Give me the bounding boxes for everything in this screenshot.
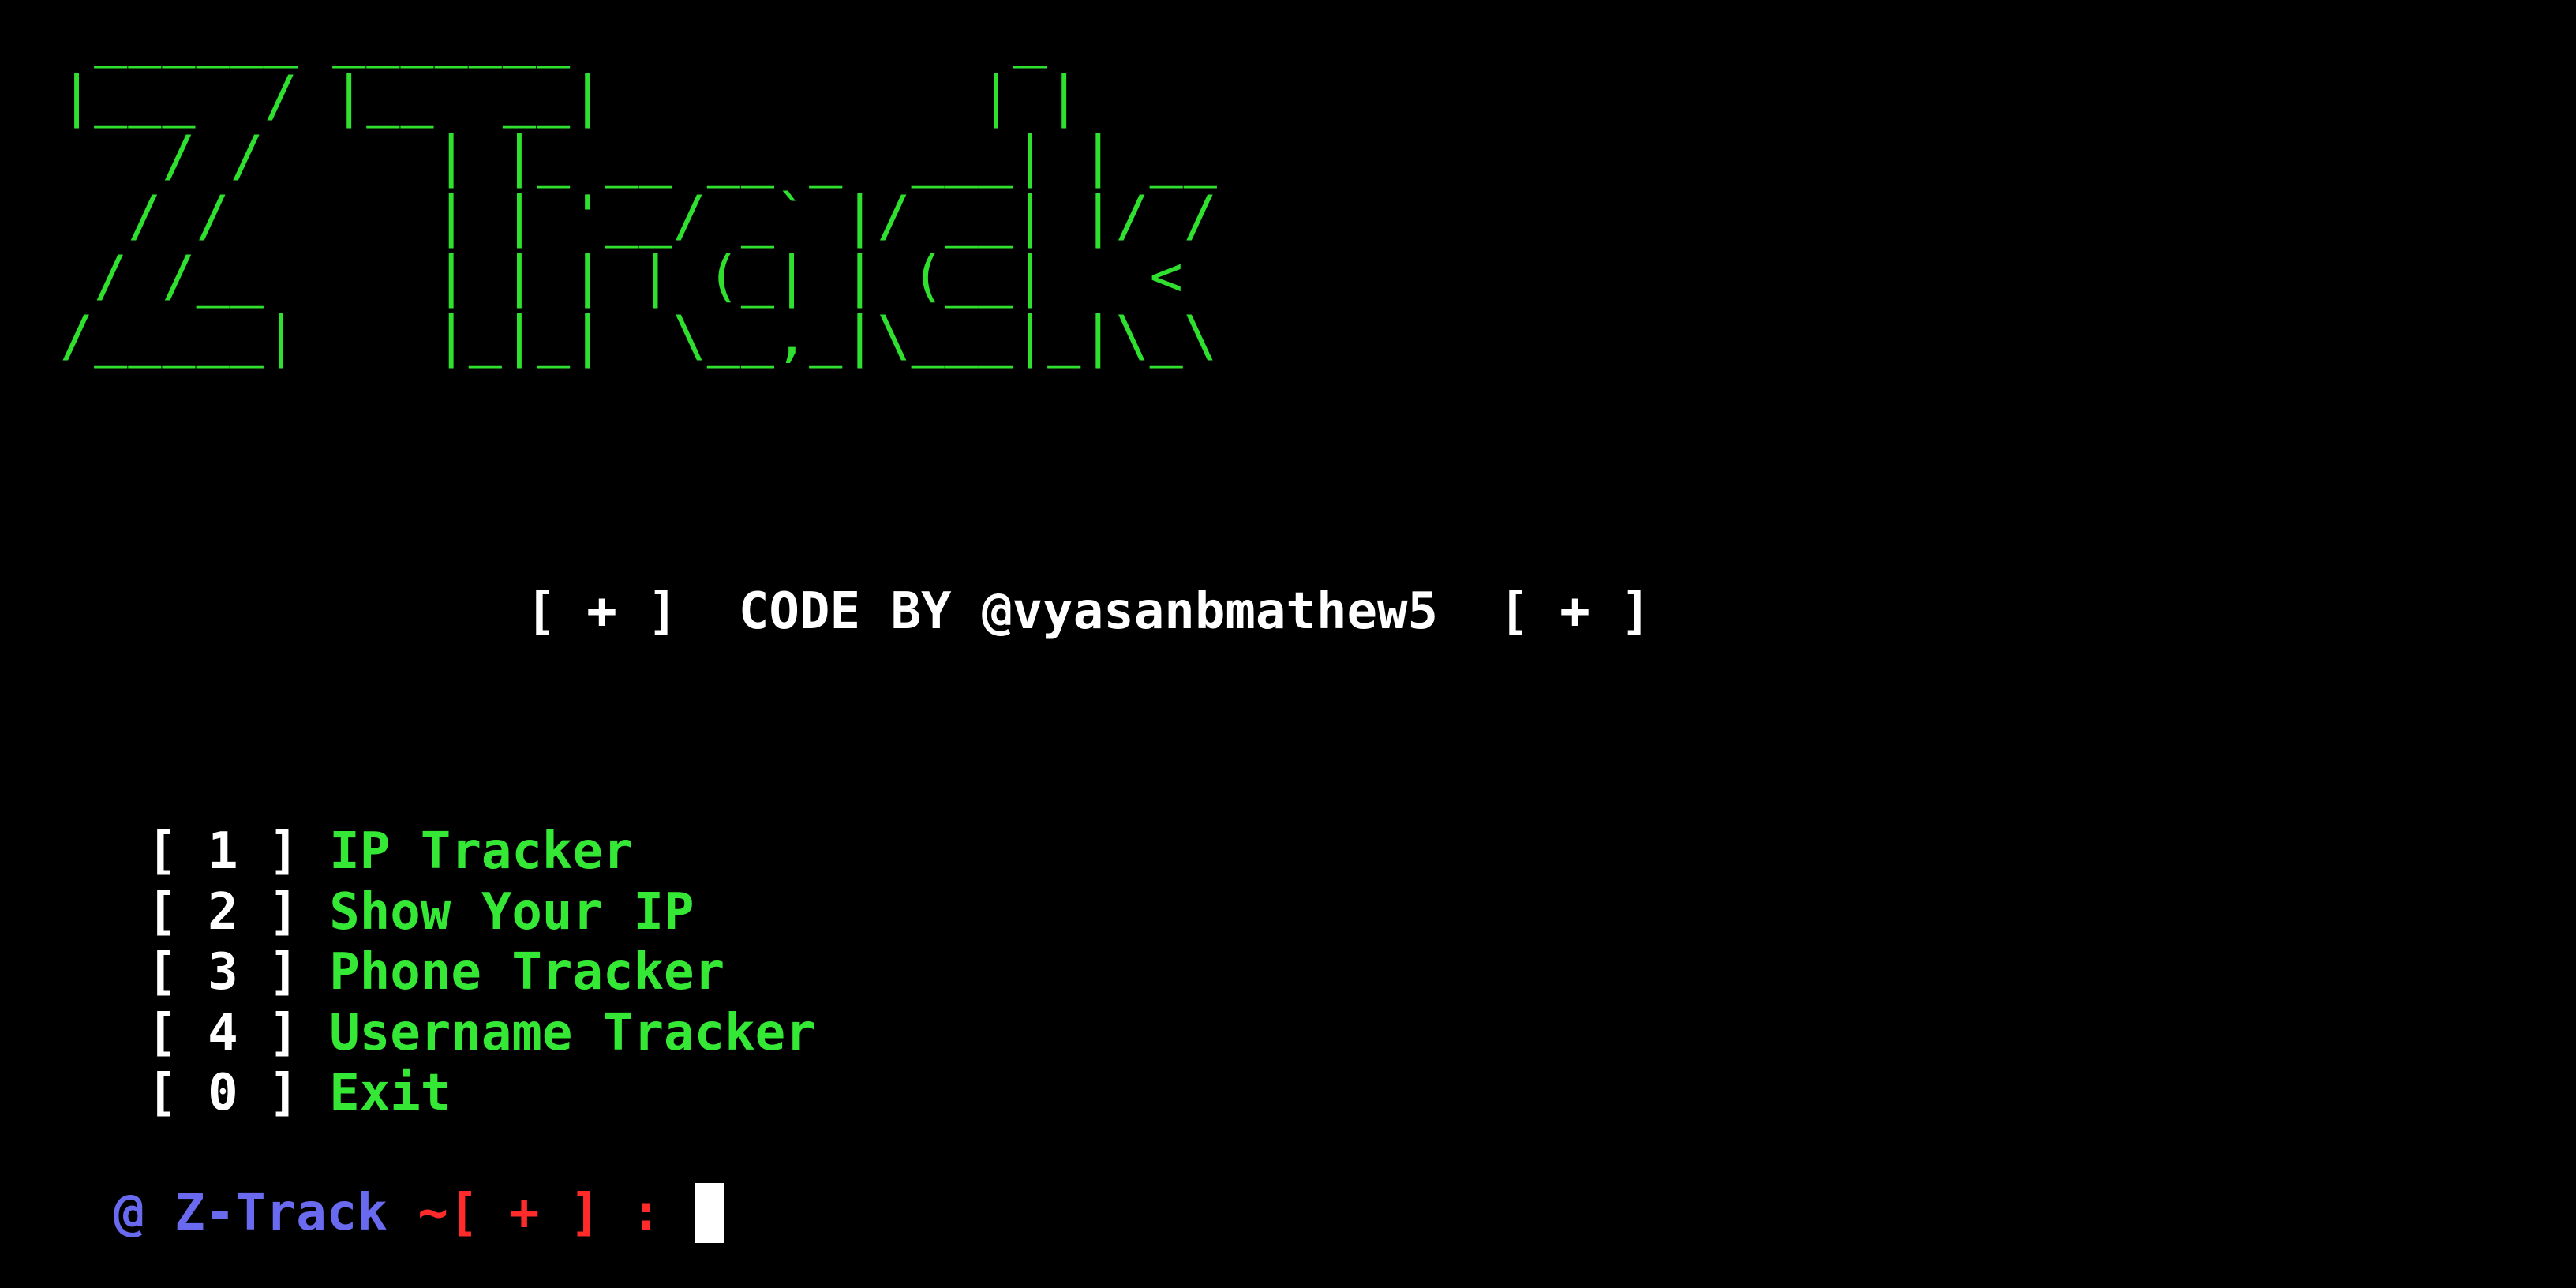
menu-item-show-your-ip[interactable]: [ 2 ] Show Your IP — [147, 882, 816, 943]
menu-item-username-tracker[interactable]: [ 4 ] Username Tracker — [147, 1003, 816, 1064]
menu-item-key: [ 1 ] — [147, 822, 299, 881]
main-menu: [ 1 ] IP Tracker [ 2 ] Show Your IP [ 3 … — [147, 822, 816, 1124]
credit-left-marker: [ + ] — [526, 582, 678, 641]
prompt-tilde: ~[ + ] : — [417, 1184, 661, 1242]
menu-item-ip-tracker[interactable]: [ 1 ] IP Tracker — [147, 822, 816, 882]
credit-line: [ + ] CODE BY @vyasanbmathew5 [ + ] — [404, 517, 1651, 706]
menu-item-label: IP Tracker — [329, 822, 634, 881]
text-cursor — [695, 1183, 725, 1243]
menu-item-label: Username Tracker — [329, 1003, 816, 1062]
menu-item-label: Phone Tracker — [329, 943, 725, 1002]
credit-text: CODE BY @vyasanbmathew5 — [738, 582, 1439, 641]
prompt-user: @ Z-Track — [114, 1184, 388, 1242]
menu-item-exit[interactable]: [ 0 ] Exit — [147, 1063, 816, 1124]
menu-item-key: [ 2 ] — [147, 882, 299, 942]
menu-item-key: [ 4 ] — [147, 1003, 299, 1062]
menu-item-label: Exit — [329, 1064, 451, 1122]
credit-right-marker: [ + ] — [1499, 582, 1651, 641]
command-prompt[interactable]: @ Z-Track ~[ + ] : — [114, 1181, 725, 1245]
menu-item-key: [ 0 ] — [147, 1064, 299, 1122]
menu-item-label: Show Your IP — [329, 882, 695, 942]
ascii-banner-logo: ______ _______ _ |___ / |__ __| | | / / … — [60, 4, 1218, 369]
menu-item-key: [ 3 ] — [147, 943, 299, 1002]
menu-item-phone-tracker[interactable]: [ 3 ] Phone Tracker — [147, 942, 816, 1003]
terminal-window[interactable]: ______ _______ _ |___ / |__ __| | | / / … — [0, 0, 2576, 1288]
